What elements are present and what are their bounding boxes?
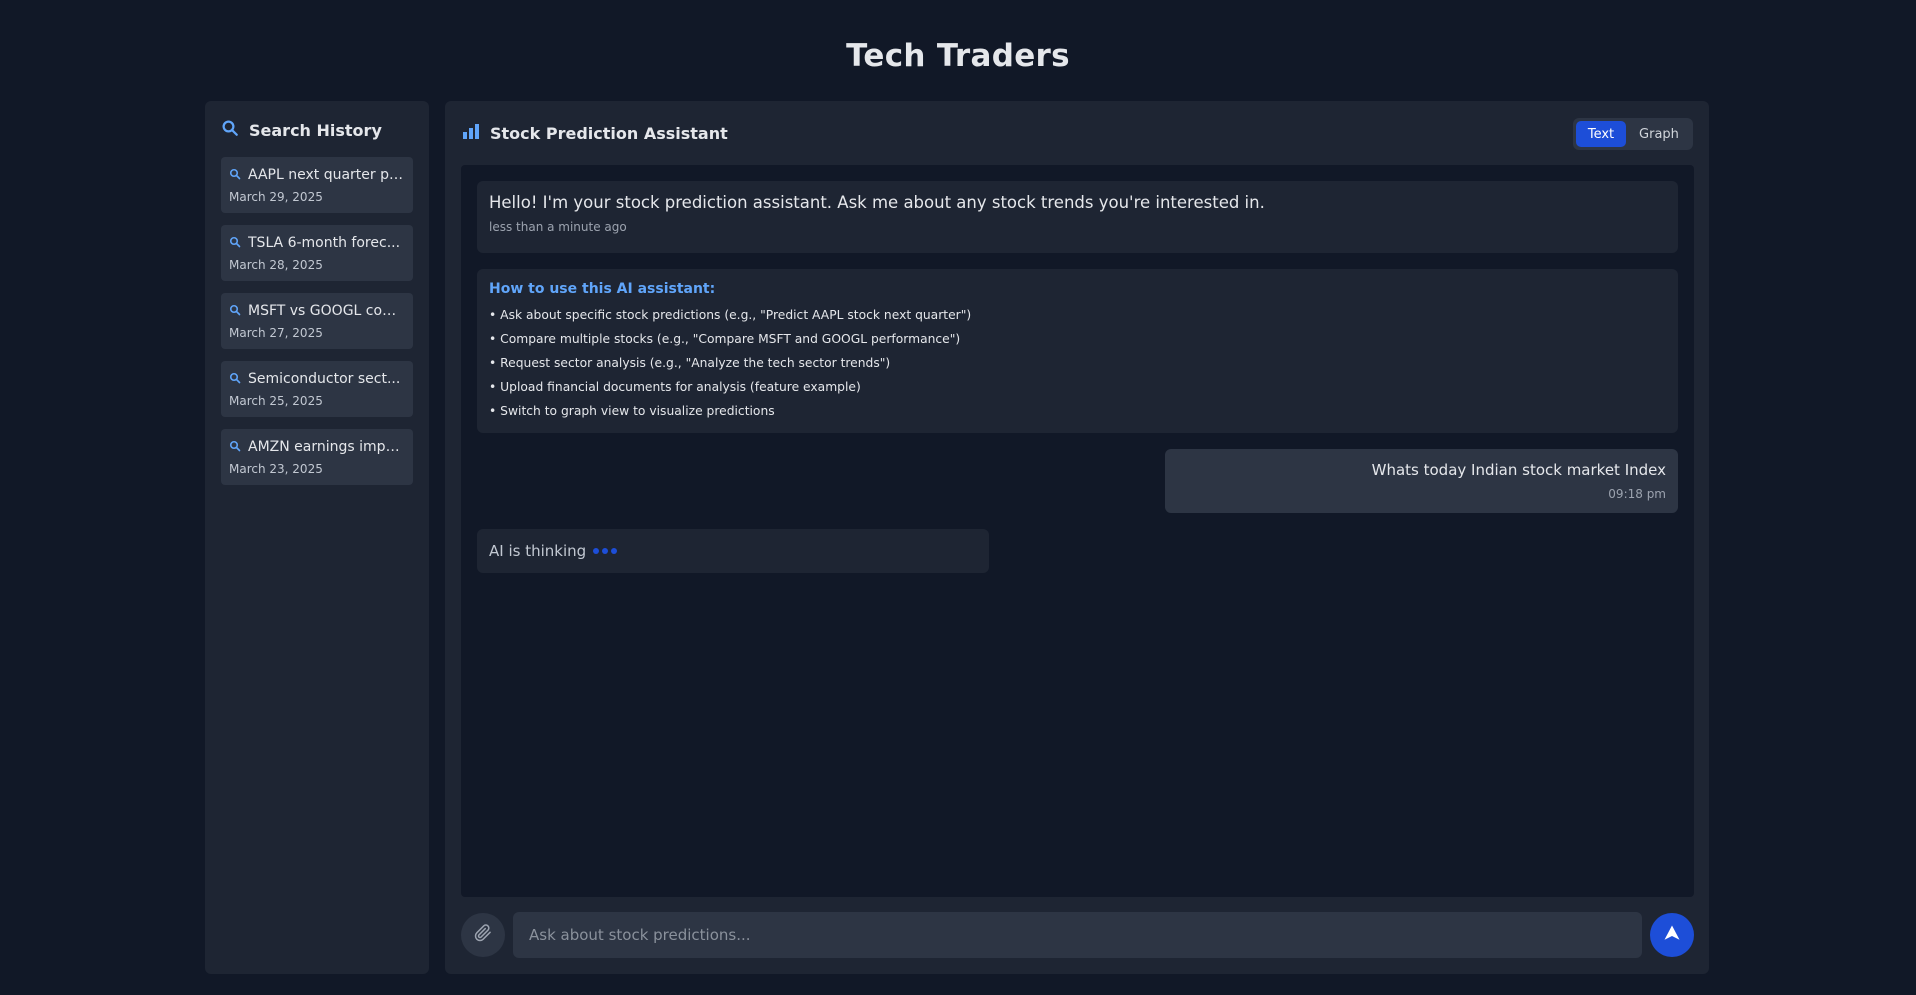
history-query: AMZN earnings impa... bbox=[248, 438, 405, 455]
app-title: Tech Traders bbox=[846, 38, 1070, 74]
search-history-sidebar: Search History AAPL next quarter pre... … bbox=[205, 101, 429, 974]
panel-header: Stock Prediction Assistant bbox=[462, 123, 728, 143]
history-item[interactable]: MSFT vs GOOGL com... March 27, 2025 bbox=[221, 293, 413, 349]
attach-button[interactable] bbox=[461, 913, 505, 957]
send-button[interactable] bbox=[1650, 913, 1694, 957]
search-icon bbox=[229, 233, 241, 252]
send-arrow-icon bbox=[1663, 924, 1681, 946]
history-query: TSLA 6-month forec... bbox=[248, 234, 401, 251]
howto-title: How to use this AI assistant: bbox=[489, 281, 716, 297]
search-icon bbox=[229, 165, 241, 184]
message-text: Whats today Indian stock market Index bbox=[1371, 461, 1666, 479]
history-item[interactable]: AMZN earnings impa... March 23, 2025 bbox=[221, 429, 413, 485]
message-text: Hello! I'm your stock prediction assista… bbox=[489, 193, 1265, 212]
howto-tip: • Compare multiple stocks (e.g., "Compar… bbox=[489, 332, 961, 346]
panel-title: Stock Prediction Assistant bbox=[490, 123, 728, 143]
history-date: March 25, 2025 bbox=[229, 394, 323, 408]
history-list: AAPL next quarter pre... March 29, 2025 … bbox=[221, 157, 413, 497]
graph-view-button[interactable]: Graph bbox=[1630, 121, 1688, 147]
howto-tip: • Upload financial documents for analysi… bbox=[489, 380, 861, 394]
howto-tip: • Switch to graph view to visualize pred… bbox=[489, 404, 775, 418]
howto-tip: • Request sector analysis (e.g., "Analyz… bbox=[489, 356, 891, 370]
search-icon bbox=[229, 301, 241, 320]
history-date: March 27, 2025 bbox=[229, 326, 323, 340]
history-item[interactable]: TSLA 6-month forec... March 28, 2025 bbox=[221, 225, 413, 281]
howto-message: How to use this AI assistant: • Ask abou… bbox=[477, 269, 1678, 433]
thinking-indicator: AI is thinking bbox=[477, 529, 989, 573]
thinking-text: AI is thinking bbox=[489, 542, 587, 560]
history-query: Semiconductor sect... bbox=[248, 370, 401, 387]
text-view-button[interactable]: Text bbox=[1576, 121, 1626, 147]
history-date: March 29, 2025 bbox=[229, 190, 323, 204]
search-icon bbox=[221, 119, 239, 141]
history-query: AAPL next quarter pre... bbox=[248, 166, 405, 183]
sidebar-title: Search History bbox=[249, 120, 382, 140]
paperclip-icon bbox=[474, 924, 492, 946]
view-toggle: Text Graph bbox=[1573, 118, 1693, 150]
history-date: March 28, 2025 bbox=[229, 258, 323, 272]
user-message: Whats today Indian stock market Index 09… bbox=[1165, 449, 1678, 513]
history-query: MSFT vs GOOGL com... bbox=[248, 302, 405, 319]
chat-messages[interactable]: Hello! I'm your stock prediction assista… bbox=[461, 165, 1694, 897]
history-item[interactable]: AAPL next quarter pre... March 29, 2025 bbox=[221, 157, 413, 213]
message-time: less than a minute ago bbox=[489, 220, 627, 234]
loading-dots-icon bbox=[593, 548, 618, 554]
message-time: 09:18 pm bbox=[1608, 487, 1666, 501]
assistant-message: Hello! I'm your stock prediction assista… bbox=[477, 181, 1678, 253]
howto-tip: • Ask about specific stock predictions (… bbox=[489, 308, 972, 322]
search-icon bbox=[229, 437, 241, 456]
sidebar-header: Search History bbox=[221, 119, 382, 141]
search-icon bbox=[229, 369, 241, 388]
history-item[interactable]: Semiconductor sect... March 25, 2025 bbox=[221, 361, 413, 417]
message-input[interactable] bbox=[513, 912, 1642, 958]
history-date: March 23, 2025 bbox=[229, 462, 323, 476]
bar-chart-icon bbox=[462, 123, 480, 143]
assistant-panel: Stock Prediction Assistant Text Graph He… bbox=[445, 101, 1709, 974]
